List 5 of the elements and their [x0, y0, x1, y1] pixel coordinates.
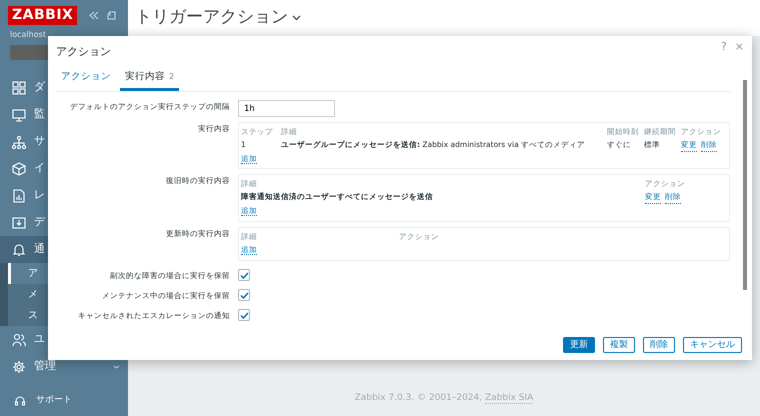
page-title: トリガーアクション — [135, 6, 288, 30]
logo: ZABBIX — [8, 6, 78, 25]
dialog-title: アクション — [56, 45, 111, 58]
copyright-text: Zabbix 7.0.3. © 2001–2024, — [354, 392, 484, 402]
server-name: localhost — [9, 29, 47, 41]
